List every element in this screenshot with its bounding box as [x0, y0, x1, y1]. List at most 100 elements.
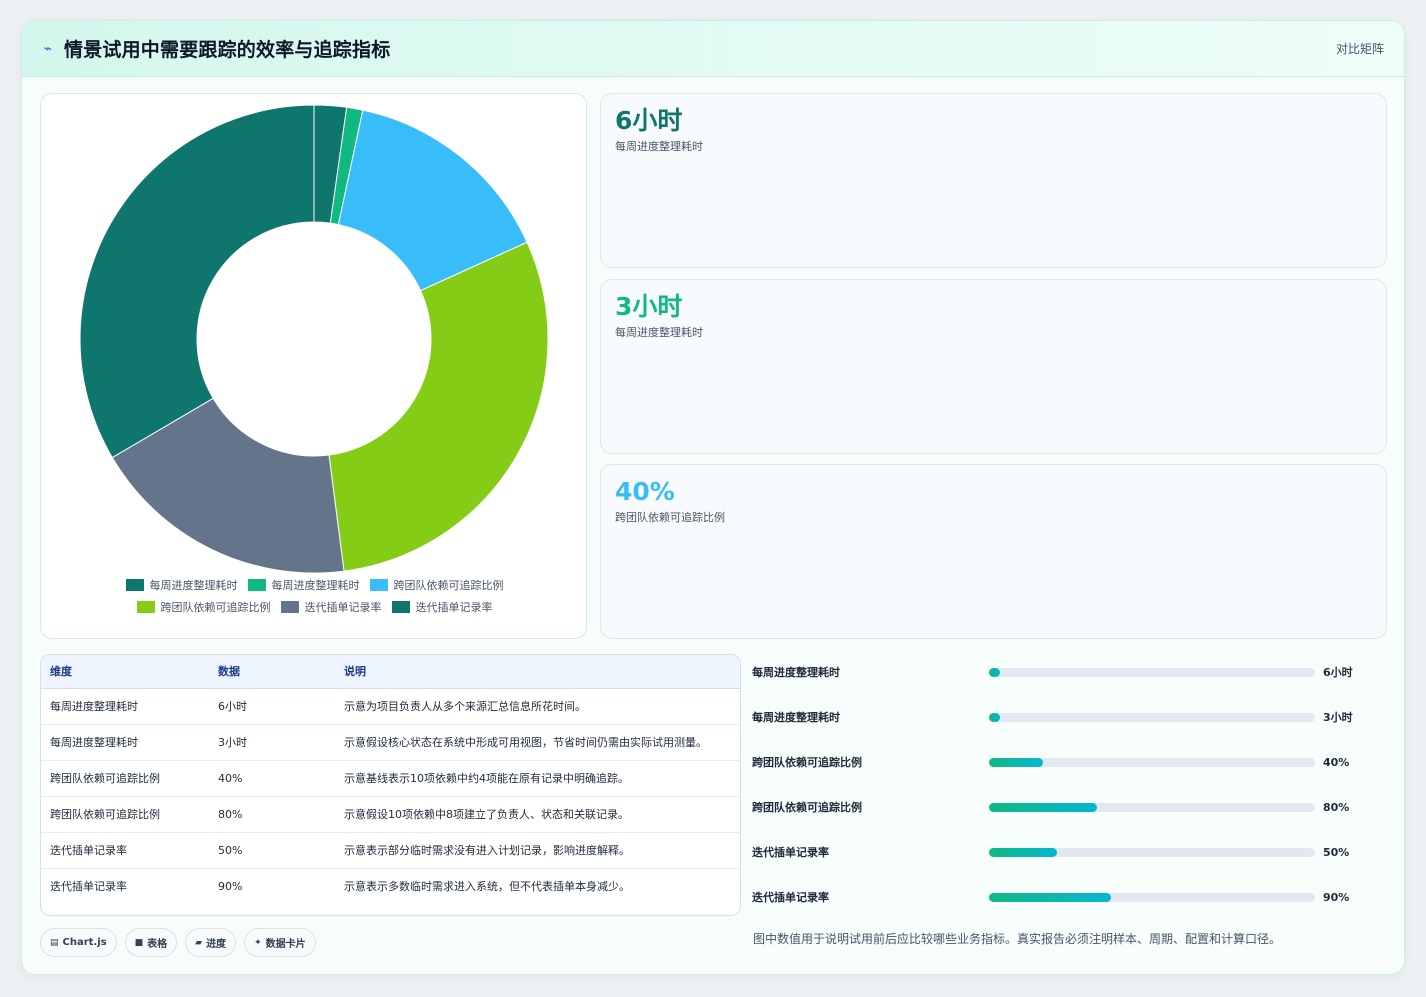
stat-value: 40% [615, 477, 675, 506]
progress-label: 跨团队依赖可追踪比例 [752, 756, 862, 769]
progress-row: 每周进度整理耗时 3小时 [752, 708, 1392, 726]
legend-item[interactable]: 跨团队依赖可追踪比例 [369, 578, 504, 592]
footnote: 图中数值用于说明试用前后应比较哪些业务指标。真实报告必须注明样本、周期、配置和计… [753, 932, 1282, 946]
table-cell: 示意基线表示10项依赖中约4项能在原有记录中明确追踪。 [335, 760, 740, 797]
legend-item[interactable]: 每周进度整理耗时 [247, 578, 360, 592]
legend-label: 每周进度整理耗时 [149, 579, 238, 592]
stat-label: 每周进度整理耗时 [615, 326, 703, 339]
legend-swatch [136, 601, 155, 613]
legend-item[interactable]: 迭代插单记录率 [391, 600, 493, 614]
progress-fill [989, 757, 1043, 767]
progress-row: 迭代插单记录率 90% [752, 888, 1392, 906]
table-cell: 示意表示多数临时需求进入系统，但不代表插单本身减少。 [344, 879, 630, 893]
table-row: 跨团队依赖可追踪比例 40% 示意基线表示10项依赖中约4项能在原有记录中明确追… [41, 760, 740, 797]
table-cell: 每周进度整理耗时 [41, 724, 209, 761]
table-cell: 示意假设10项依赖中8项建立了负责人、状态和关联记录。 [335, 796, 740, 833]
progress-fill [989, 892, 1112, 902]
legend-item[interactable]: 迭代插单记录率 [280, 600, 382, 614]
panel-header: ⌁ 情景试用中需要跟踪的效率与追踪指标 对比矩阵 [22, 21, 1404, 77]
progress-fill [989, 667, 1000, 677]
chart-legend: 每周进度整理耗时 每周进度整理耗时 跨团队依赖可追踪比例 跨团队依赖可追踪比例 迭代插单… [41, 578, 588, 614]
progress-row: 跨团队依赖可追踪比例 80% [752, 798, 1392, 816]
progress-value: 90% [1323, 890, 1350, 904]
chip-progress[interactable]: ▰ 进度 [185, 928, 237, 957]
legend-label: 每周进度整理耗时 [271, 579, 360, 592]
stat-label: 每周进度整理耗时 [615, 140, 703, 153]
chip-table[interactable]: ■ 表格 [124, 928, 178, 957]
stat-value: 3小时 [615, 292, 683, 321]
progress-fill [989, 802, 1097, 812]
chip-label: 进度 [206, 939, 227, 950]
table-row: 迭代插单记录率 50% 示意表示部分临时需求没有进入计划记录，影响进度解释。 [41, 832, 740, 869]
legend-swatch [280, 601, 299, 613]
donut-slice[interactable] [79, 104, 315, 459]
table-cell: 3小时 [209, 724, 335, 761]
progress-row: 跨团队依赖可追踪比例 40% [752, 753, 1392, 771]
table-cell: 50% [209, 832, 335, 869]
table-cell: 迭代插单记录率 [41, 832, 209, 869]
chip-label: 数据卡片 [265, 939, 306, 950]
stat-value: 6小时 [615, 106, 683, 135]
donut-slice[interactable] [328, 241, 549, 572]
table-row: 跨团队依赖可追踪比例 80% 示意假设10项依赖中8项建立了负责人、状态和关联记… [41, 796, 740, 833]
table-row: 迭代插单记录率 90% 示意表示多数临时需求进入系统，但不代表插单本身减少。 [41, 868, 740, 904]
tag-chips: ▤ Chart.js ■ 表格 ▰ 进度 ✦ 数据卡片 [40, 928, 316, 957]
legend-swatch [391, 601, 410, 613]
table-cell: 示意表示部分临时需求没有进入计划记录，影响进度解释。 [335, 832, 740, 869]
dashboard-panel: ⌁ 情景试用中需要跟踪的效率与追踪指标 对比矩阵 每周进度整理耗时 每周进度整理耗… [21, 20, 1405, 975]
table-cell: 80% [209, 796, 335, 833]
table-cell: 跨团队依赖可追踪比例 [41, 796, 209, 833]
progress-track [989, 757, 1315, 767]
progress-value: 40% [1323, 755, 1350, 769]
column-header: 说明 [335, 655, 740, 689]
table-header-row: 维度 数据 说明 [41, 655, 740, 689]
chip-label: Chart.js [62, 937, 107, 948]
legend-item[interactable]: 每周进度整理耗时 [125, 578, 238, 592]
table-cell: 示意假设核心状态在系统中形成可用视图，节省时间仍需由实际试用测量。 [335, 724, 740, 761]
comparison-matrix-link[interactable]: 对比矩阵 [1336, 40, 1384, 57]
data-table-card: 维度 数据 说明 每周进度整理耗时 6小时 示意为项目负责人从多个来源汇总信息所… [40, 654, 741, 916]
legend-label: 跨团队依赖可追踪比例 [393, 579, 504, 592]
progress-fill [989, 847, 1058, 857]
stat-card: 40% 跨团队依赖可追踪比例 [600, 464, 1387, 639]
legend-swatch [247, 579, 266, 591]
chip-chartjs[interactable]: ▤ Chart.js [40, 928, 117, 957]
stat-card: 3小时 每周进度整理耗时 [600, 279, 1387, 454]
page-title: 情景试用中需要跟踪的效率与追踪指标 [64, 39, 391, 61]
progress-icon: ▰ [195, 937, 203, 948]
card-icon: ✦ [254, 937, 262, 948]
progress-value: 50% [1323, 845, 1350, 859]
progress-label: 每周进度整理耗时 [752, 666, 840, 679]
bolt-icon: ⌁ [43, 40, 53, 57]
progress-label: 跨团队依赖可追踪比例 [752, 801, 862, 814]
column-header: 数据 [209, 655, 335, 689]
progress-track [989, 802, 1315, 812]
table-cell: 6小时 [209, 688, 335, 725]
progress-track [989, 667, 1315, 677]
title-group: ⌁ 情景试用中需要跟踪的效率与追踪指标 [42, 35, 390, 62]
progress-value: 6小时 [1323, 666, 1353, 679]
legend-swatch [369, 579, 388, 591]
progress-label: 每周进度整理耗时 [752, 711, 840, 724]
progress-fill [989, 712, 1000, 722]
table-row: 每周进度整理耗时 6小时 示意为项目负责人从多个来源汇总信息所花时间。 [41, 688, 740, 725]
progress-value: 80% [1323, 800, 1350, 814]
legend-label: 迭代插单记录率 [415, 601, 493, 614]
progress-row: 迭代插单记录率 50% [752, 843, 1392, 861]
legend-item[interactable]: 跨团队依赖可追踪比例 [136, 600, 271, 614]
chip-data-card[interactable]: ✦ 数据卡片 [244, 928, 316, 957]
progress-value: 3小时 [1323, 711, 1353, 724]
table-cell: 40% [209, 760, 335, 797]
data-table: 维度 数据 说明 每周进度整理耗时 6小时 示意为项目负责人从多个来源汇总信息所… [41, 655, 740, 904]
table-cell: 迭代插单记录率 [50, 879, 127, 893]
stat-label: 跨团队依赖可追踪比例 [615, 511, 725, 524]
progress-track [989, 892, 1315, 902]
chart-icon: ▤ [50, 937, 59, 948]
donut-chart [79, 104, 549, 574]
progress-track [989, 712, 1315, 722]
progress-label: 迭代插单记录率 [752, 891, 829, 904]
donut-chart-card: 每周进度整理耗时 每周进度整理耗时 跨团队依赖可追踪比例 跨团队依赖可追踪比例 迭代插单… [40, 93, 587, 639]
table-icon: ■ [134, 937, 144, 948]
chip-label: 表格 [147, 939, 168, 950]
table-cell: 跨团队依赖可追踪比例 [41, 760, 209, 797]
